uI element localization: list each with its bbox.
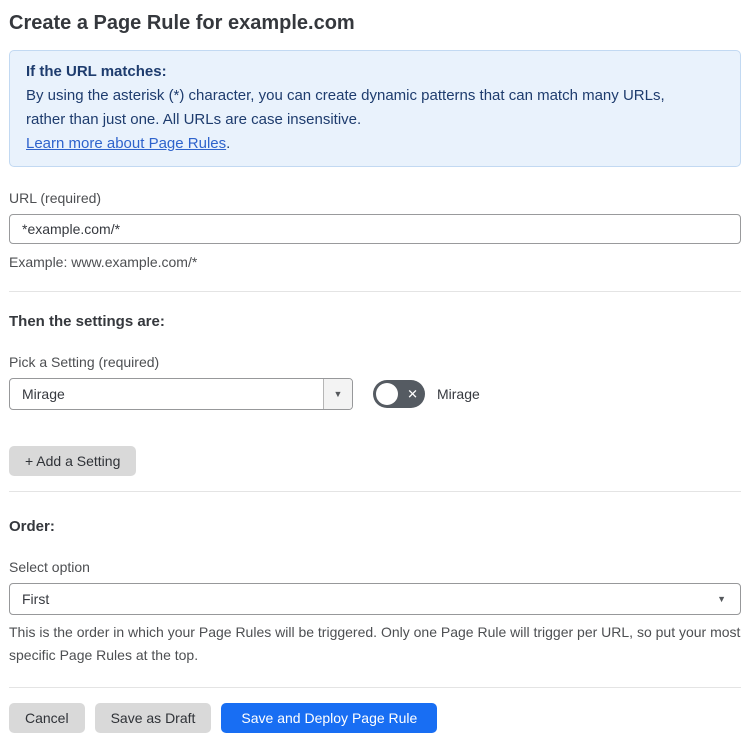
order-section-heading: Order: [9,518,55,535]
x-icon: ✕ [407,386,418,402]
pick-setting-label: Pick a Setting (required) [9,354,160,370]
divider [9,291,741,292]
cancel-button[interactable]: Cancel [9,703,85,733]
page-title: Create a Page Rule for example.com [9,12,355,34]
order-select-caret-wrap: ▼ [717,584,740,614]
url-label: URL (required) [9,190,102,206]
url-match-info-box: If the URL matches: By using the asteris… [9,50,741,167]
select-option-label: Select option [9,559,90,575]
setting-select-arrow-button[interactable]: ▼ [323,379,352,409]
add-setting-button[interactable]: + Add a Setting [9,446,137,476]
toggle-label: Mirage [437,386,480,402]
order-select[interactable]: First ▼ [9,583,741,615]
chevron-down-icon: ▼ [333,388,343,399]
divider [9,491,741,492]
url-input[interactable] [9,214,741,244]
settings-section-heading: Then the settings are: [9,313,165,330]
order-select-value: First [22,591,50,607]
info-box-body: By using the asterisk (*) character, you… [26,87,665,128]
save-as-draft-button[interactable]: Save as Draft [94,703,212,733]
mirage-toggle[interactable]: ✕ [373,380,425,408]
info-box-heading: If the URL matches: [26,63,167,80]
toggle-knob [376,383,398,405]
learn-more-link[interactable]: Learn more about Page Rules [26,135,226,152]
link-suffix-period: . [226,135,231,152]
setting-select-value: Mirage [22,386,65,402]
info-box-link-line: Learn more about Page Rules. [26,132,724,156]
create-page-rule-form: Create a Page Rule for example.com If th… [0,0,750,753]
divider [9,687,741,688]
save-and-deploy-button[interactable]: Save and Deploy Page Rule [221,703,438,733]
setting-select[interactable]: Mirage ▼ [9,378,353,410]
order-helper-text: This is the order in which your Page Rul… [9,624,741,663]
chevron-down-icon: ▼ [717,593,726,604]
footer-actions: Cancel Save as Draft Save and Deploy Pag… [9,703,741,733]
url-example-helper: Example: www.example.com/* [9,254,198,270]
setting-picker-row: Mirage ▼ ✕ Mirage [9,378,741,410]
